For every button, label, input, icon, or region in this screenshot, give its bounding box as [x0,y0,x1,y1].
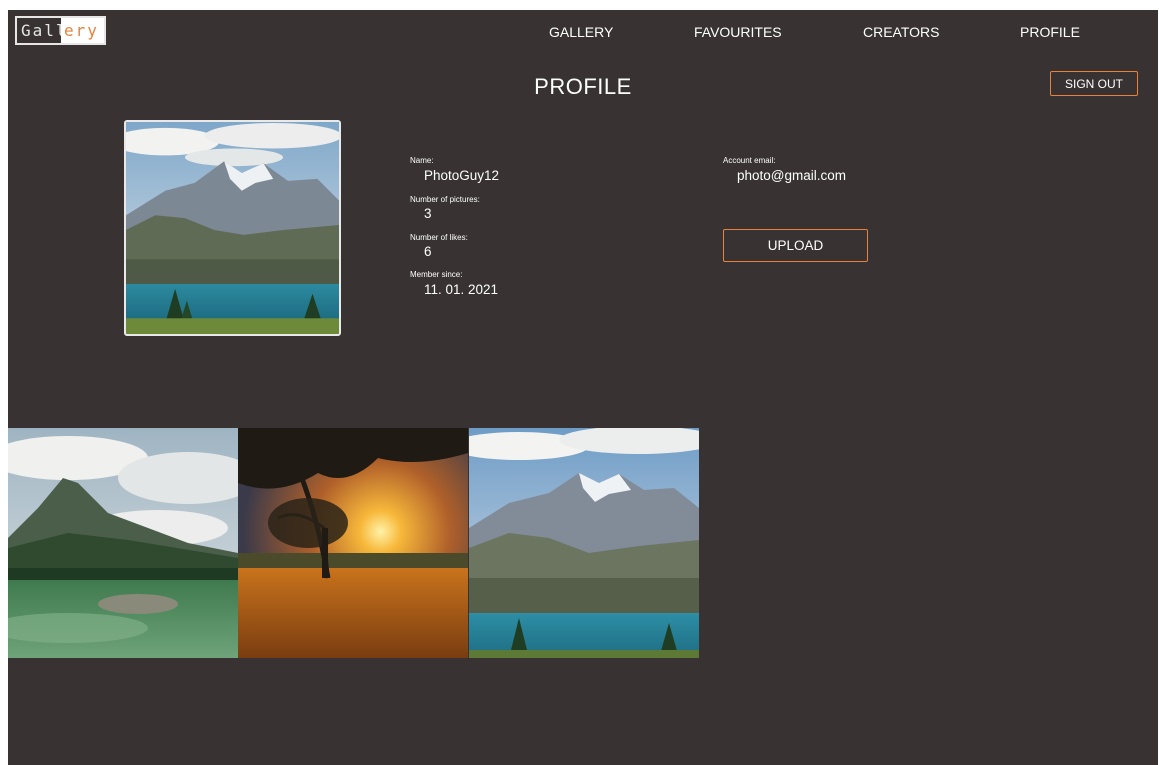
page-title: PROFILE [534,74,632,99]
avatar-image [126,122,339,334]
pictures-label: Number of pictures: [410,195,480,204]
logo-part-1: Gall [17,18,66,43]
member-since-value: 11. 01. 2021 [424,282,499,297]
name-label: Name: [410,156,434,165]
gallery-photo[interactable] [469,428,699,658]
photo-image-sunset-tree [238,428,468,658]
nav-gallery[interactable]: GALLERY [549,24,613,40]
gallery-logo[interactable]: Gall ery [15,16,106,45]
photo-image-mountain-turquoise-lake [469,428,699,658]
profile-avatar[interactable] [124,120,341,336]
pictures-value: 3 [424,206,432,221]
nav-profile[interactable]: PROFILE [1020,24,1080,40]
sign-out-button[interactable]: SIGN OUT [1050,71,1138,96]
gallery-photo[interactable] [238,428,468,658]
upload-button[interactable]: UPLOAD [723,229,868,262]
logo-part-2: ery [61,18,104,43]
email-value: photo@gmail.com [737,168,847,183]
member-since-label: Member since: [410,270,463,279]
photo-image-mountain-lake [8,428,238,658]
email-label: Account email: [723,156,776,165]
nav-creators[interactable]: CREATORS [863,24,940,40]
likes-label: Number of likes: [410,233,468,242]
name-value: PhotoGuy12 [424,168,500,183]
likes-value: 6 [424,244,432,259]
nav-favourites[interactable]: FAVOURITES [694,24,782,40]
gallery-photo[interactable] [8,428,238,658]
app-window: Gall ery GALLERY FAVOURITES CREATORS PRO… [8,10,1158,765]
